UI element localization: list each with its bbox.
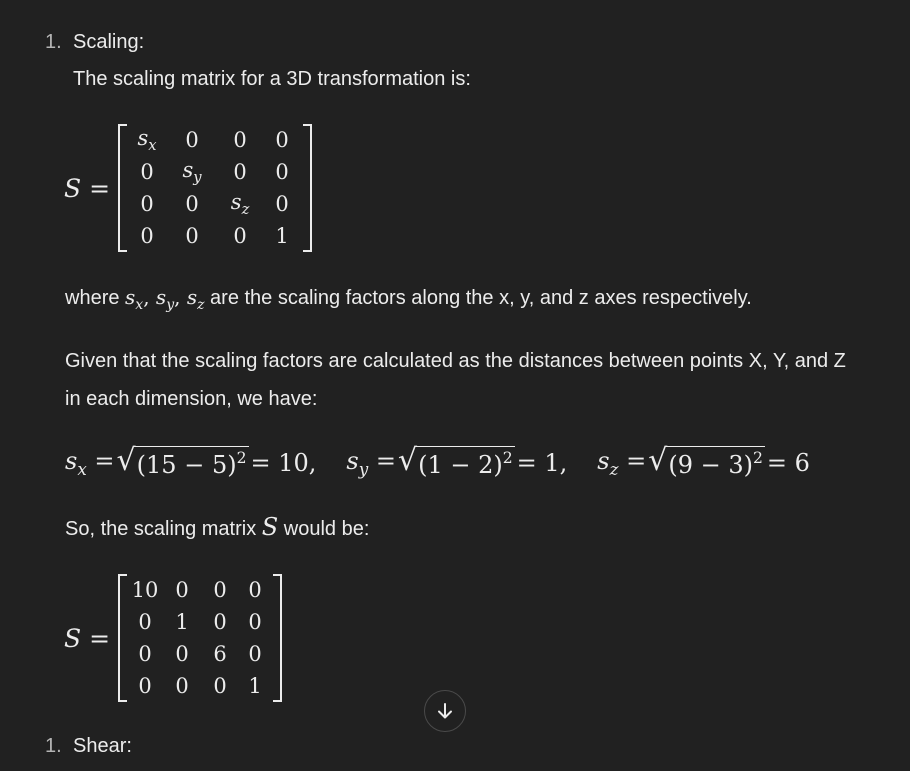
matrix-values-cell: 0 [213, 610, 227, 634]
so-prefix: So, the scaling matrix [65, 518, 262, 540]
matrix-values-cell: 0 [175, 578, 189, 602]
matrix-general-cell: 0 [185, 128, 199, 152]
matrix-values-cell: 1 [175, 610, 189, 634]
matrix-values-lhs: S = [64, 623, 111, 653]
matrix-general-row: 0 0 0 1 [128, 220, 302, 252]
matrix-values-row: 10 0 0 0 [128, 574, 272, 606]
matrix-general-row: 0 0 sz 0 [128, 188, 302, 220]
section-title-shear: Shear: [73, 735, 132, 757]
so-variable: S [261, 513, 279, 541]
matrix-general-cell: 0 [275, 192, 289, 216]
matrix-general-cell: 0 [233, 128, 247, 152]
scaling-factor-symbols: sx, sy, sz [125, 285, 205, 313]
where-text: where sx, sy, sz are the scaling factors… [65, 278, 752, 324]
matrix-values-cell: 0 [138, 674, 152, 698]
where-suffix: are the scaling factors along the x, y, … [204, 287, 752, 309]
matrix-general-row: sx 0 0 0 [128, 124, 302, 156]
matrix-general-cell: 0 [140, 160, 154, 184]
scroll-down-button[interactable] [424, 690, 466, 732]
arrow-down-icon [438, 703, 452, 719]
matrix-values-cell: 0 [248, 610, 262, 634]
matrix-general-row: 0 sy 0 0 [128, 156, 302, 188]
scaling-matrix: sx 0 0 0 0 sy 0 0 0 0 sz 0 0 0 0 1 [118, 124, 313, 252]
matrix-general-cell: 0 [275, 128, 289, 152]
matrix-general-cell: sy [182, 157, 202, 187]
matrix-values-cell: 0 [213, 578, 227, 602]
matrix-values-cell: 0 [248, 578, 262, 602]
matrix-values-cell: 10 [131, 578, 159, 602]
so-text: So, the scaling matrix S would be: [65, 508, 369, 548]
sz-result: = 6 [766, 448, 810, 477]
matrix-general-cell: 0 [233, 224, 247, 248]
matrix-general-cell: 0 [140, 192, 154, 216]
list-number: 1. [45, 31, 62, 53]
given-text-line1: Given that the scaling factors are calcu… [65, 350, 846, 372]
matrix-lhs: S = [64, 173, 111, 203]
matrix-general-cell: 0 [185, 224, 199, 248]
scaling-matrix-equation: S = sx 0 0 0 0 sy 0 0 0 0 sz 0 0 0 0 1 [64, 124, 313, 252]
matrix-general-cell: sz [230, 189, 250, 219]
scaling-factor-formula: sx = √ (15 − 5)2 = 10, sy = √ (1 − 2)2 = 1… [65, 443, 810, 480]
matrix-values-cell: 0 [175, 642, 189, 666]
matrix-values-cell: 0 [138, 642, 152, 666]
given-text-line2: in each dimension, we have: [65, 388, 318, 410]
intro-text: The scaling matrix for a 3D transformati… [73, 68, 471, 90]
matrix-general-cell: 1 [275, 224, 289, 248]
matrix-values-cell: 0 [138, 610, 152, 634]
matrix-values-cell: 0 [213, 674, 227, 698]
matrix-general-cell: 0 [233, 160, 247, 184]
where-prefix: where [65, 287, 126, 309]
matrix-values-row: 0100 [128, 606, 272, 638]
matrix-values-cell: 6 [213, 642, 227, 666]
sx-result: = 10, [250, 448, 317, 477]
scaling-matrix-values-equation: S = 10 0 0 0 0 1 0 0 0 0 6 0 0 0 0 1 [64, 574, 283, 702]
sy-result: = 1, [516, 448, 568, 477]
list-number: 1. [45, 735, 62, 757]
so-suffix: would be: [278, 518, 370, 540]
matrix-values-cell: 1 [248, 674, 262, 698]
matrix-values-row: 0001 [128, 670, 272, 702]
matrix-values-row: 0060 [128, 638, 272, 670]
matrix-general-cell: sx [137, 125, 157, 155]
matrix-general-cell: 0 [275, 160, 289, 184]
scaling-matrix-values: 10 0 0 0 0 1 0 0 0 0 6 0 0 0 0 1 [118, 574, 283, 702]
matrix-values-cell: 0 [175, 674, 189, 698]
matrix-general-cell: 0 [140, 224, 154, 248]
section-title-scaling: Scaling: [73, 31, 145, 53]
matrix-general-cell: 0 [185, 192, 199, 216]
matrix-values-cell: 0 [248, 642, 262, 666]
sx-expression: (15 − 5) [136, 451, 237, 480]
sz-expression: (9 − 3) [668, 451, 753, 480]
sy-expression: (1 − 2) [418, 451, 503, 480]
